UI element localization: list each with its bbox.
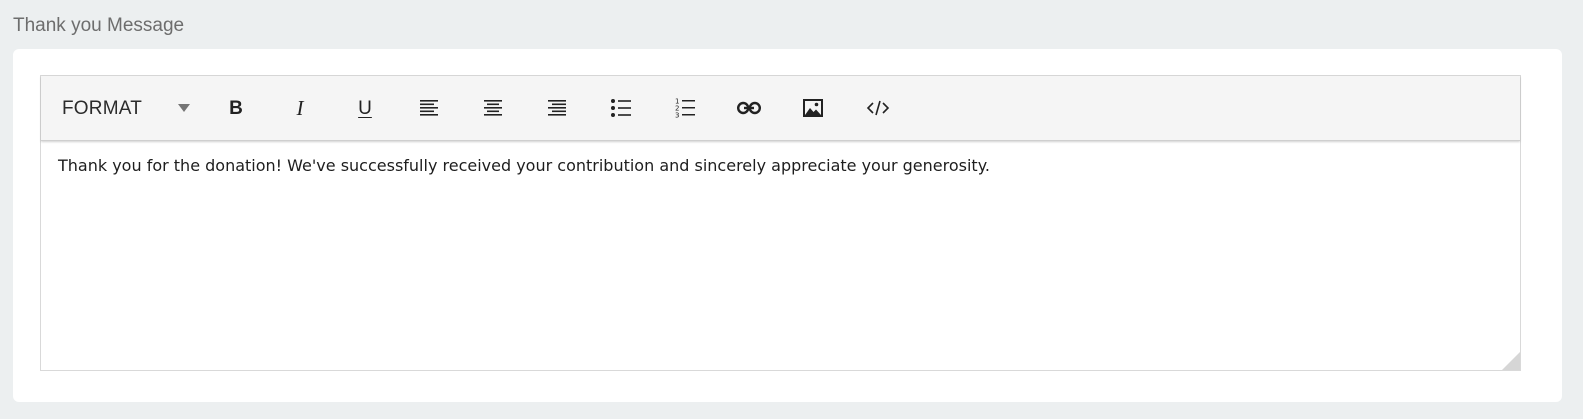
underline-icon: U: [358, 97, 372, 119]
code-icon: [866, 100, 890, 116]
bold-icon: B: [229, 97, 243, 119]
format-dropdown[interactable]: FORMAT: [62, 93, 192, 123]
image-icon: [803, 99, 823, 117]
editor-content[interactable]: Thank you for the donation! We've succes…: [58, 156, 990, 176]
link-icon: [737, 101, 761, 115]
italic-button[interactable]: I: [283, 92, 317, 124]
underline-button[interactable]: U: [348, 92, 382, 124]
section-label: Thank you Message: [13, 15, 185, 36]
align-center-icon: [484, 100, 502, 116]
insert-link-button[interactable]: [732, 92, 766, 124]
editor-toolbar: FORMAT B I U 1 2 3: [41, 76, 1520, 141]
align-left-button[interactable]: [412, 92, 446, 124]
source-code-button[interactable]: [861, 92, 895, 124]
align-right-button[interactable]: [540, 92, 574, 124]
align-left-icon: [420, 100, 438, 116]
bulleted-list-button[interactable]: [604, 92, 638, 124]
format-dropdown-label: FORMAT: [62, 98, 143, 119]
svg-text:3: 3: [675, 112, 679, 120]
message-card: FORMAT B I U 1 2 3 Thank you for the don…: [13, 49, 1562, 402]
resize-handle-icon[interactable]: [1502, 352, 1520, 370]
rich-text-editor: FORMAT B I U 1 2 3 Thank you for the don…: [40, 75, 1521, 371]
bulleted-list-icon: [611, 99, 631, 117]
numbered-list-button[interactable]: 1 2 3: [668, 92, 702, 124]
caret-down-icon: [178, 104, 190, 112]
numbered-list-icon: 1 2 3: [675, 98, 695, 120]
insert-image-button[interactable]: [796, 92, 830, 124]
bold-button[interactable]: B: [219, 92, 253, 124]
align-center-button[interactable]: [476, 92, 510, 124]
align-right-icon: [548, 100, 566, 116]
italic-icon: I: [296, 95, 304, 120]
